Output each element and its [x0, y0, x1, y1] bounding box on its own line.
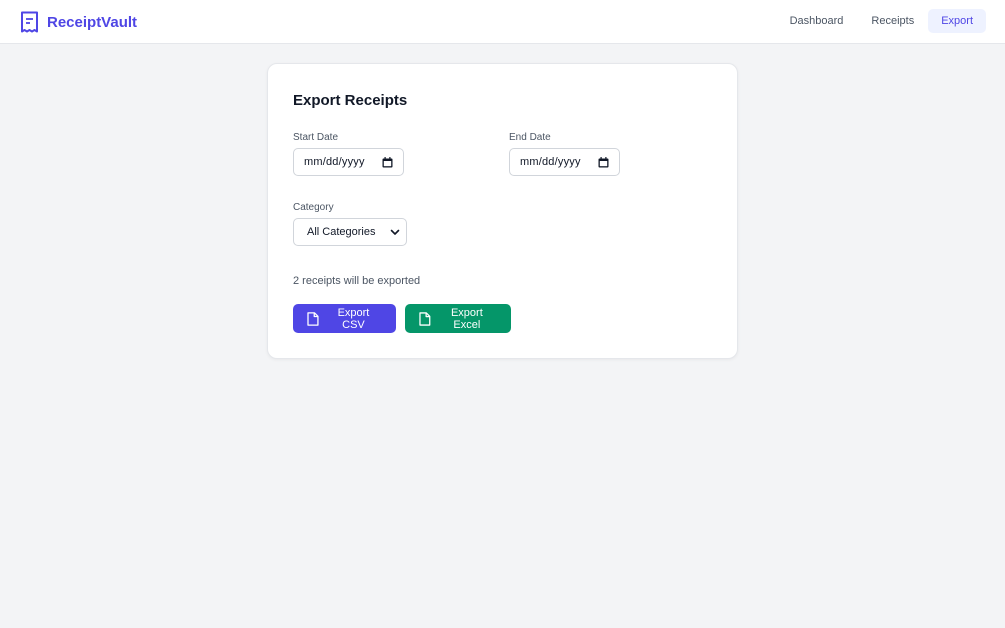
file-icon [419, 311, 431, 326]
end-date-value: mm/dd/yyyy [520, 156, 581, 168]
export-csv-label: Export CSV [337, 306, 370, 331]
export-csv-button[interactable]: Export CSV [293, 304, 396, 333]
app-name: ReceiptVault [47, 13, 138, 31]
file-icon [307, 311, 319, 326]
export-card: Export Receipts Start Date mm/dd/yyyy En… [267, 63, 738, 359]
top-navbar: ReceiptVault Dashboard Receipts Export [0, 0, 1005, 44]
start-date-value: mm/dd/yyyy [304, 156, 365, 168]
export-excel-button[interactable]: Export Excel [405, 304, 511, 333]
start-date-label: Start Date [293, 132, 339, 143]
chevron-down-icon [390, 229, 400, 235]
receipt-icon [21, 11, 38, 33]
category-label: Category [293, 202, 334, 213]
main-nav: Dashboard Receipts Export [776, 9, 986, 33]
export-excel-label: Export Excel [450, 306, 483, 331]
start-date-input[interactable]: mm/dd/yyyy [293, 148, 404, 176]
brand[interactable]: ReceiptVault [20, 11, 137, 33]
nav-receipts[interactable]: Receipts [857, 9, 928, 33]
calendar-icon[interactable] [598, 156, 609, 168]
end-date-label: End Date [509, 132, 551, 143]
page-title: Export Receipts [293, 92, 408, 109]
export-count-text: 2 receipts will be exported [293, 275, 421, 287]
nav-export[interactable]: Export [928, 9, 986, 33]
category-select[interactable]: All Categories [293, 218, 407, 246]
calendar-icon[interactable] [382, 156, 393, 168]
category-selected: All Categories [307, 226, 376, 238]
nav-dashboard[interactable]: Dashboard [776, 9, 858, 33]
end-date-input[interactable]: mm/dd/yyyy [509, 148, 620, 176]
